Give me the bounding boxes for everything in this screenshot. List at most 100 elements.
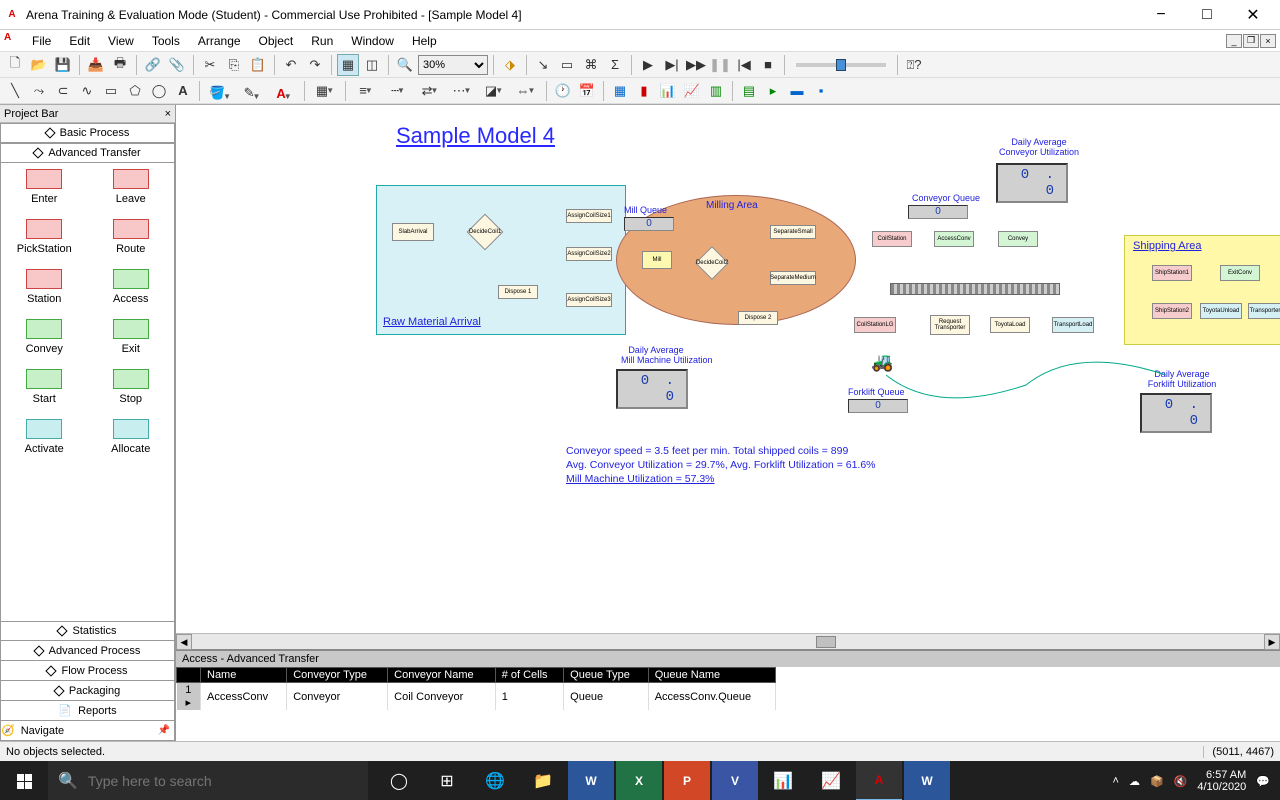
- print-button[interactable]: 🖶: [109, 54, 131, 76]
- explorer-icon[interactable]: 📁: [520, 761, 566, 800]
- module-button[interactable]: ▭: [556, 54, 578, 76]
- module-enter[interactable]: Enter: [9, 169, 79, 205]
- panel-basic-process[interactable]: Basic Process: [0, 123, 175, 143]
- menu-view[interactable]: View: [100, 32, 142, 50]
- mdi-close-button[interactable]: ×: [1260, 34, 1276, 48]
- block-ship1[interactable]: ShipStation1: [1152, 265, 1192, 281]
- model-canvas[interactable]: Sample Model 4 Raw Material Arrival Slab…: [176, 105, 1280, 633]
- bezier-tool[interactable]: ∿: [76, 80, 98, 102]
- arc-tool[interactable]: ⊂: [52, 80, 74, 102]
- app-icon-1[interactable]: 📊: [760, 761, 806, 800]
- block-dispose1[interactable]: Dispose 1: [498, 285, 538, 299]
- powerpoint-icon[interactable]: P: [664, 761, 710, 800]
- start-over-button[interactable]: |◀: [733, 54, 755, 76]
- detach-button[interactable]: 📎: [166, 54, 188, 76]
- date-button[interactable]: 📅: [576, 80, 598, 102]
- submodel-button[interactable]: ⬗: [499, 54, 521, 76]
- block-sepmed[interactable]: SeparateMedium: [770, 271, 816, 285]
- data-table[interactable]: NameConveyor TypeConveyor Name # of Cell…: [176, 667, 776, 710]
- fastfwd-button[interactable]: ▶▶: [685, 54, 707, 76]
- projectbar-close-icon[interactable]: ×: [165, 108, 171, 120]
- panel-flow-process[interactable]: Flow Process: [0, 661, 175, 681]
- fill-color-button[interactable]: 🪣▼: [205, 80, 235, 102]
- module-activate[interactable]: Activate: [9, 419, 79, 455]
- tray-chevron-icon[interactable]: ˄: [1113, 775, 1119, 787]
- speed-slider[interactable]: [796, 63, 886, 67]
- scroll-right-icon[interactable]: ▶: [1264, 634, 1280, 650]
- cortana-icon[interactable]: ◯: [376, 761, 422, 800]
- menu-tools[interactable]: Tools: [144, 32, 188, 50]
- stop-button[interactable]: ■: [757, 54, 779, 76]
- block-transexit[interactable]: TransporterExit: [1248, 303, 1280, 319]
- ellipse-tool[interactable]: ◯: [148, 80, 170, 102]
- resource-button[interactable]: ▸: [762, 80, 784, 102]
- module-station[interactable]: Station: [9, 269, 79, 305]
- block-coilstation[interactable]: CoilStation: [872, 231, 912, 247]
- panel-navigate[interactable]: 🧭Navigate📌: [0, 721, 175, 741]
- taskview-icon[interactable]: ⊞: [424, 761, 470, 800]
- menu-object[interactable]: Object: [251, 32, 302, 50]
- flip-h-button[interactable]: ⇔▼: [511, 80, 541, 102]
- module-allocate[interactable]: Allocate: [96, 419, 166, 455]
- block-coilstationlg[interactable]: CoilStationLG: [854, 317, 896, 333]
- sigma-button[interactable]: Σ: [604, 54, 626, 76]
- level-button[interactable]: ▮: [633, 80, 655, 102]
- save-button[interactable]: 💾: [52, 54, 74, 76]
- pin-icon[interactable]: 📌: [158, 725, 170, 736]
- line-weight-button[interactable]: ≡▼: [351, 80, 381, 102]
- visio-icon[interactable]: V: [712, 761, 758, 800]
- block-exitconv[interactable]: ExitConv: [1220, 265, 1260, 281]
- module-exit[interactable]: Exit: [96, 319, 166, 355]
- plot-button[interactable]: 📈: [681, 80, 703, 102]
- panel-packaging[interactable]: Packaging: [0, 681, 175, 701]
- histogram-button[interactable]: 📊: [657, 80, 679, 102]
- mdi-restore-button[interactable]: ❐: [1243, 34, 1259, 48]
- rect-tool[interactable]: ▭: [100, 80, 122, 102]
- context-help-button[interactable]: ⍰?: [903, 54, 925, 76]
- block-assign3[interactable]: AssignCoilSize3: [566, 293, 612, 307]
- maximize-button[interactable]: □: [1184, 0, 1230, 30]
- panel-reports[interactable]: 📄Reports: [0, 701, 175, 721]
- redo-button[interactable]: ↷: [304, 54, 326, 76]
- animate-button[interactable]: ▤: [738, 80, 760, 102]
- menu-window[interactable]: Window: [343, 32, 402, 50]
- text-color-button[interactable]: A▼: [269, 80, 299, 102]
- cut-button[interactable]: ✂: [199, 54, 221, 76]
- block-ship2[interactable]: ShipStation2: [1152, 303, 1192, 319]
- new-button[interactable]: 🗋: [4, 54, 26, 76]
- line-tool[interactable]: ╲: [4, 80, 26, 102]
- expr-button[interactable]: ⌘: [580, 54, 602, 76]
- undo-button[interactable]: ↶: [280, 54, 302, 76]
- queue-anim-button[interactable]: ▬: [786, 80, 808, 102]
- module-pickstation[interactable]: PickStation: [9, 219, 79, 255]
- connect-button[interactable]: ↘: [532, 54, 554, 76]
- import-button[interactable]: 📥: [85, 54, 107, 76]
- dash-button[interactable]: ⋯▼: [447, 80, 477, 102]
- module-convey[interactable]: Convey: [9, 319, 79, 355]
- chart-button[interactable]: ▥: [705, 80, 727, 102]
- start-button[interactable]: [0, 761, 48, 800]
- block-toyload[interactable]: ToyotaLoad: [990, 317, 1030, 333]
- menu-arrange[interactable]: Arrange: [190, 32, 249, 50]
- go-button[interactable]: ▶: [637, 54, 659, 76]
- panel-advanced-transfer[interactable]: Advanced Transfer: [0, 143, 175, 163]
- tray-volume-icon[interactable]: 🔇: [1174, 775, 1188, 788]
- word-icon[interactable]: W: [568, 761, 614, 800]
- text-tool[interactable]: A: [172, 80, 194, 102]
- menu-help[interactable]: Help: [404, 32, 445, 50]
- menu-edit[interactable]: Edit: [61, 32, 98, 50]
- tray-dropbox-icon[interactable]: 📦: [1150, 775, 1164, 788]
- polyline-tool[interactable]: ⤳: [28, 80, 50, 102]
- menu-run[interactable]: Run: [303, 32, 341, 50]
- zoom-select[interactable]: 30%: [418, 55, 488, 75]
- block-transload[interactable]: TransportLoad: [1052, 317, 1094, 333]
- module-start[interactable]: Start: [9, 369, 79, 405]
- variable-button[interactable]: ▦: [609, 80, 631, 102]
- panel-statistics[interactable]: Statistics: [0, 621, 175, 641]
- module-stop[interactable]: Stop: [96, 369, 166, 405]
- polygon-tool[interactable]: ⬠: [124, 80, 146, 102]
- step-button[interactable]: ▶|: [661, 54, 683, 76]
- panel-advanced-process[interactable]: Advanced Process: [0, 641, 175, 661]
- block-toyunload[interactable]: ToyotaUnload: [1200, 303, 1242, 319]
- excel-icon[interactable]: X: [616, 761, 662, 800]
